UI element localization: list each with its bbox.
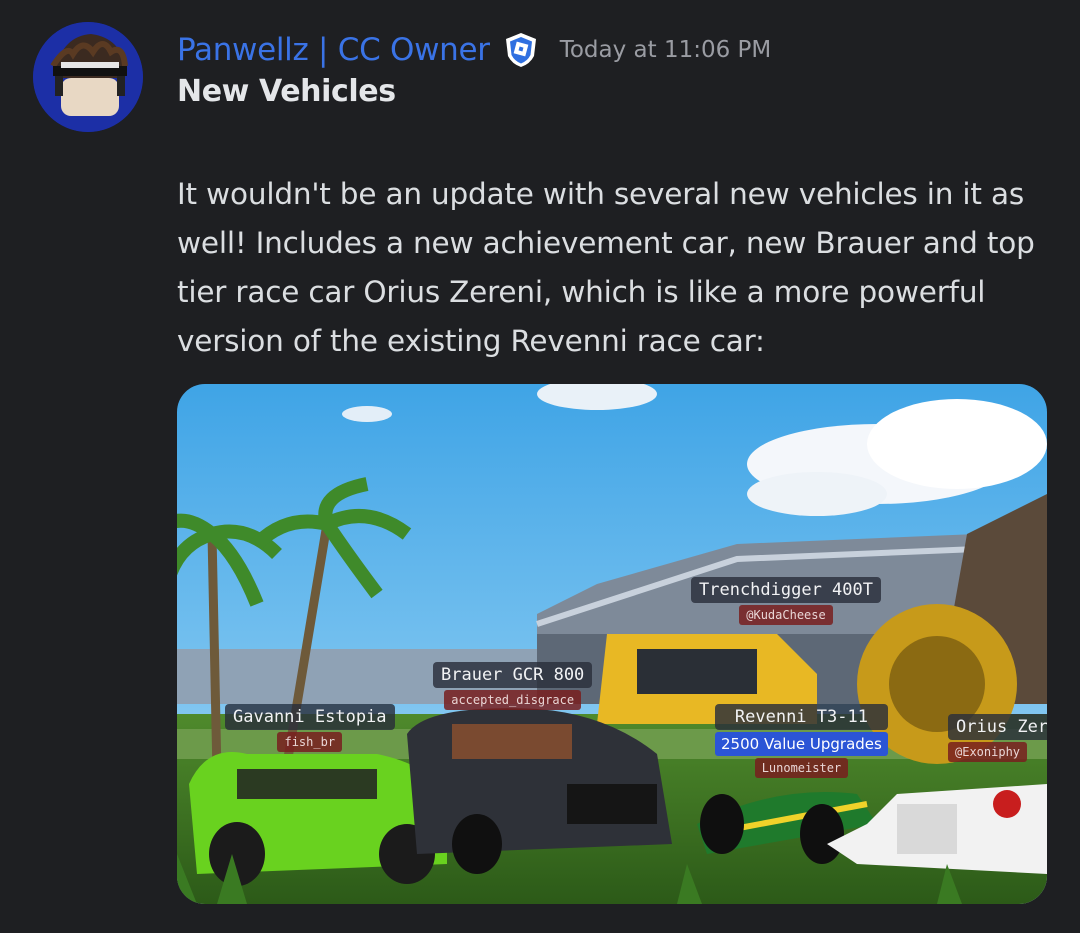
vehicle-tag-revenni: Revenni T3-11 2500 Value Upgrades Lunome… xyxy=(715,704,888,778)
vehicle-tag-gavanni: Gavanni Estopia fish_br xyxy=(225,704,395,752)
value-upgrades-label: 2500 Value Upgrades xyxy=(715,732,888,756)
vehicle-tag-trenchdigger: Trenchdigger 400T @KudaCheese xyxy=(691,577,881,625)
vehicle-owner: @Exoniphy xyxy=(948,742,1028,762)
avatar[interactable] xyxy=(33,22,143,132)
vehicle-owner: @KudaCheese xyxy=(739,605,833,625)
vehicle-tag-brauer: Brauer GCR 800 accepted_disgrace xyxy=(433,662,593,710)
image-attachment[interactable]: Trenchdigger 400T @KudaCheese Brauer GCR… xyxy=(177,384,1047,904)
author-name[interactable]: Panwellz | CC Owner xyxy=(177,32,490,68)
vehicle-name: Brauer GCR 800 xyxy=(433,662,593,688)
message-header: Panwellz | CC Owner Today at 11:06 PM xyxy=(177,28,771,72)
vehicle-tag-orius: Orius Zere @Exoniphy xyxy=(948,714,1047,762)
message-body: It wouldn't be an update with several ne… xyxy=(177,177,1035,358)
vehicle-name: Orius Zere xyxy=(948,714,1047,740)
vehicle-name: Trenchdigger 400T xyxy=(691,577,881,603)
timestamp: Today at 11:06 PM xyxy=(559,37,772,63)
vehicle-name: Revenni T3-11 xyxy=(715,704,888,730)
vehicle-owner: accepted_disgrace xyxy=(444,690,582,710)
vehicle-owner: fish_br xyxy=(277,732,343,752)
message-title: New Vehicles xyxy=(177,74,396,109)
vehicle-name: Gavanni Estopia xyxy=(225,704,395,730)
game-scene-image xyxy=(177,384,1047,904)
roblox-shield-icon[interactable] xyxy=(504,32,538,68)
vehicle-owner: Lunomeister xyxy=(754,758,849,778)
